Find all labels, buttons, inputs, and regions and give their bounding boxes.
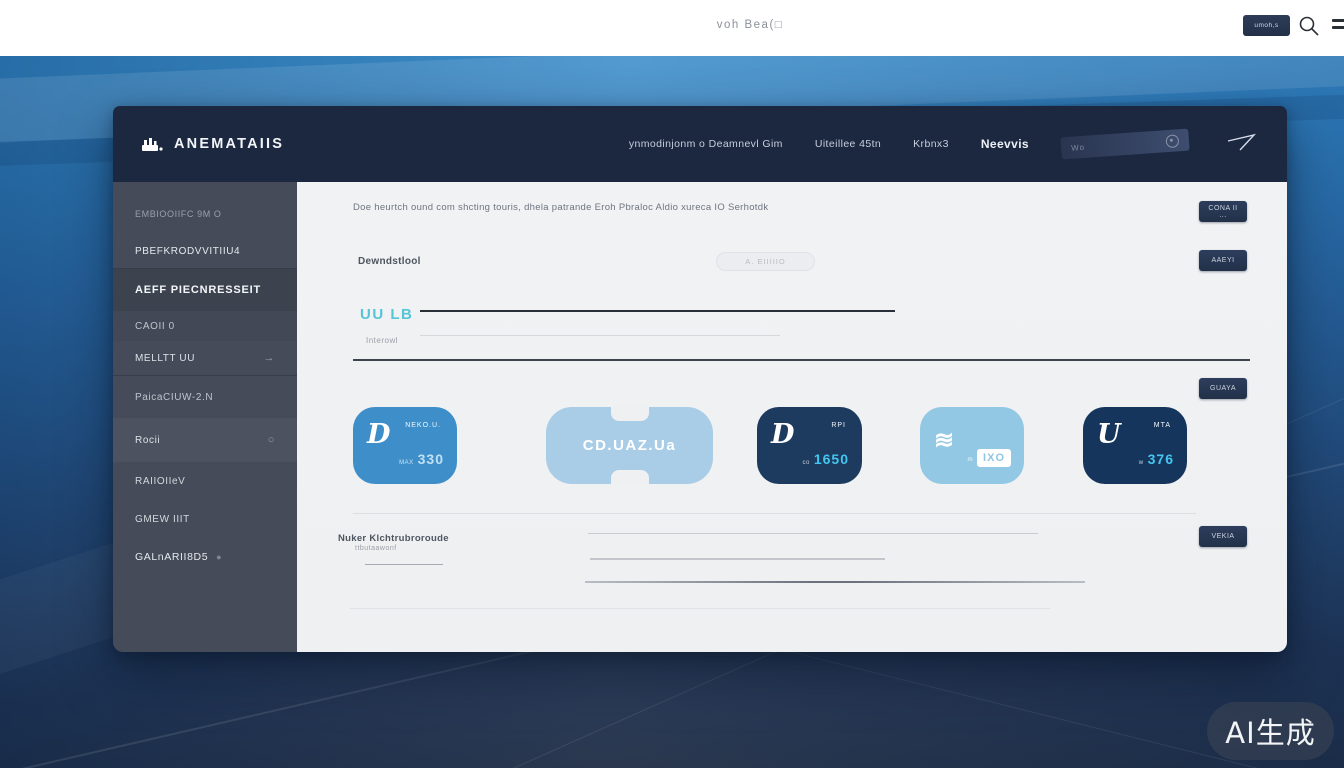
brand: ANEMATAIIS	[140, 135, 284, 153]
form-underline	[365, 564, 443, 565]
screenshot-root: voh Bea(□ umoh,s ANEMATAIIS	[0, 0, 1344, 768]
badge-card-3[interactable]: D RPI co 1650	[757, 407, 862, 484]
topbar-title: voh Bea(□	[717, 19, 783, 31]
top-action-button[interactable]: CONA II ...	[1199, 201, 1247, 222]
sidebar-item-6[interactable]: PaicaCIUW-2.N	[113, 376, 297, 418]
dot-icon: ●	[216, 552, 222, 562]
divider	[353, 513, 1196, 514]
sidebar-item-10[interactable]: GALnARII8D5 ●	[113, 538, 297, 576]
sidebar-item-label: PBEFKRODVVITIIU4	[135, 246, 240, 257]
app-body: EMBIOOIIFC 9M O PBEFKRODVVITIIU4 AEFF PI…	[113, 182, 1287, 652]
album-field[interactable]: A. EIIIIIO	[716, 252, 815, 271]
sidebar-item-7[interactable]: Rocii ○	[113, 418, 297, 462]
bottom-form-label: Nuker Klchtrubroroude	[338, 533, 449, 544]
badge-logo: D	[771, 421, 794, 448]
badge-sub: co	[803, 460, 810, 466]
sidebar-item-4[interactable]: CAOII 0	[113, 311, 297, 341]
sidebar-item-label: Rocii	[135, 435, 160, 446]
sidebar-item-8[interactable]: RAIIOIIeV	[113, 462, 297, 500]
form-line	[585, 581, 1085, 583]
form-line	[350, 608, 1050, 609]
section-title: UU LB	[360, 306, 413, 323]
sidebar-item-label: EMBIOOIIFC 9M O	[135, 209, 222, 219]
sidebar: EMBIOOIIFC 9M O PBEFKRODVVITIIU4 AEFF PI…	[113, 182, 297, 652]
badge-card-1[interactable]: D NEKO.U. MAX 330	[353, 407, 457, 484]
badge-label: RPI	[831, 422, 846, 429]
topbar-action-button[interactable]: umoh,s	[1243, 15, 1290, 36]
badge-sub: MAX	[399, 460, 414, 466]
badge-value: IXO	[977, 449, 1011, 467]
app-header: ANEMATAIIS ynmodinjonm o Deamnevl Gim Ui…	[113, 106, 1287, 182]
badge-logo: D	[367, 421, 390, 448]
header-search-value: Wo	[1071, 142, 1085, 152]
download-label: Dewndstlool	[358, 256, 421, 267]
subtitle-underline	[420, 335, 780, 336]
badge-value: CD.UAZ.Ua	[546, 407, 713, 484]
badge-sub: m	[968, 457, 974, 463]
ai-generated-watermark: AI生成	[1207, 702, 1334, 760]
sidebar-item-1[interactable]: EMBIOOIIFC 9M O	[113, 194, 297, 234]
nav-item-2[interactable]: Uiteillee 45tn	[815, 138, 881, 150]
circle-icon: ○	[268, 434, 275, 446]
badge-logo: U	[1097, 421, 1121, 448]
nav-item-3[interactable]: Krbnx3	[913, 138, 949, 150]
nav-item-1[interactable]: ynmodinjonm o Deamnevl Gim	[629, 138, 783, 150]
waves-icon: ≋	[934, 429, 954, 453]
intro-text: Doe heurtch ound com shcting touris, dhe…	[353, 202, 1073, 213]
brand-logo-icon	[140, 135, 164, 153]
bottom-action-button[interactable]: VEKIA	[1199, 526, 1247, 547]
main-content: Doe heurtch ound com shcting touris, dhe…	[297, 182, 1287, 652]
header-nav: ynmodinjonm o Deamnevl Gim Uiteillee 45t…	[629, 132, 1257, 157]
album-field-value: A. EIIIIIO	[745, 257, 785, 266]
badge-sub: w	[1139, 460, 1144, 466]
badge-value: 330	[418, 451, 444, 467]
sidebar-item-5[interactable]: MELLTT UU →	[113, 341, 297, 375]
sidebar-item-9[interactable]: GMEW IIIT	[113, 500, 297, 538]
badge-card-5[interactable]: U MTA w 376	[1083, 407, 1187, 484]
nav-item-4[interactable]: Neevvis	[981, 137, 1029, 151]
sidebar-item-label: AEFF PIECNRESSEIT	[135, 284, 261, 296]
save-button[interactable]: AAEYI	[1199, 250, 1247, 271]
sidebar-item-label: MELLTT UU	[135, 353, 195, 364]
title-underline	[420, 310, 895, 312]
badge-card-4[interactable]: ≋ m IXO	[920, 407, 1024, 484]
mid-action-button[interactable]: GUAYA	[1199, 378, 1247, 399]
sidebar-item-3[interactable]: AEFF PIECNRESSEIT	[113, 269, 297, 311]
target-icon	[1165, 134, 1179, 148]
sidebar-item-label: GMEW IIIT	[135, 514, 190, 525]
form-line	[588, 533, 1038, 534]
badge-label: MTA	[1154, 422, 1171, 429]
browser-topbar: voh Bea(□ umoh,s	[0, 0, 1344, 56]
sidebar-item-label: GALnARII8D5	[135, 551, 208, 563]
app-window: ANEMATAIIS ynmodinjonm o Deamnevl Gim Ui…	[113, 106, 1287, 652]
bottom-form-subtitle: ttbutaawonf	[355, 545, 397, 552]
sidebar-item-label: PaicaCIUW-2.N	[135, 392, 213, 403]
badge-label: NEKO.U.	[405, 422, 441, 429]
arrow-right-icon[interactable]	[1227, 132, 1257, 157]
badge-card-2[interactable]: CD.UAZ.Ua	[546, 407, 713, 484]
badge-value: 376	[1148, 451, 1174, 467]
badge-value: 1650	[814, 451, 849, 467]
arrow-right-icon: →	[263, 352, 275, 364]
brand-name: ANEMATAIIS	[174, 136, 284, 152]
sidebar-item-2[interactable]: PBEFKRODVVITIIU4	[113, 234, 297, 268]
menu-icon[interactable]	[1332, 19, 1344, 33]
divider	[353, 359, 1250, 361]
header-search-input[interactable]: Wo	[1060, 129, 1189, 160]
form-line	[590, 558, 885, 560]
section-subtitle: Interowl	[366, 336, 398, 345]
search-icon[interactable]	[1298, 15, 1320, 37]
sidebar-item-label: CAOII 0	[135, 321, 175, 332]
sidebar-item-label: RAIIOIIeV	[135, 476, 185, 487]
